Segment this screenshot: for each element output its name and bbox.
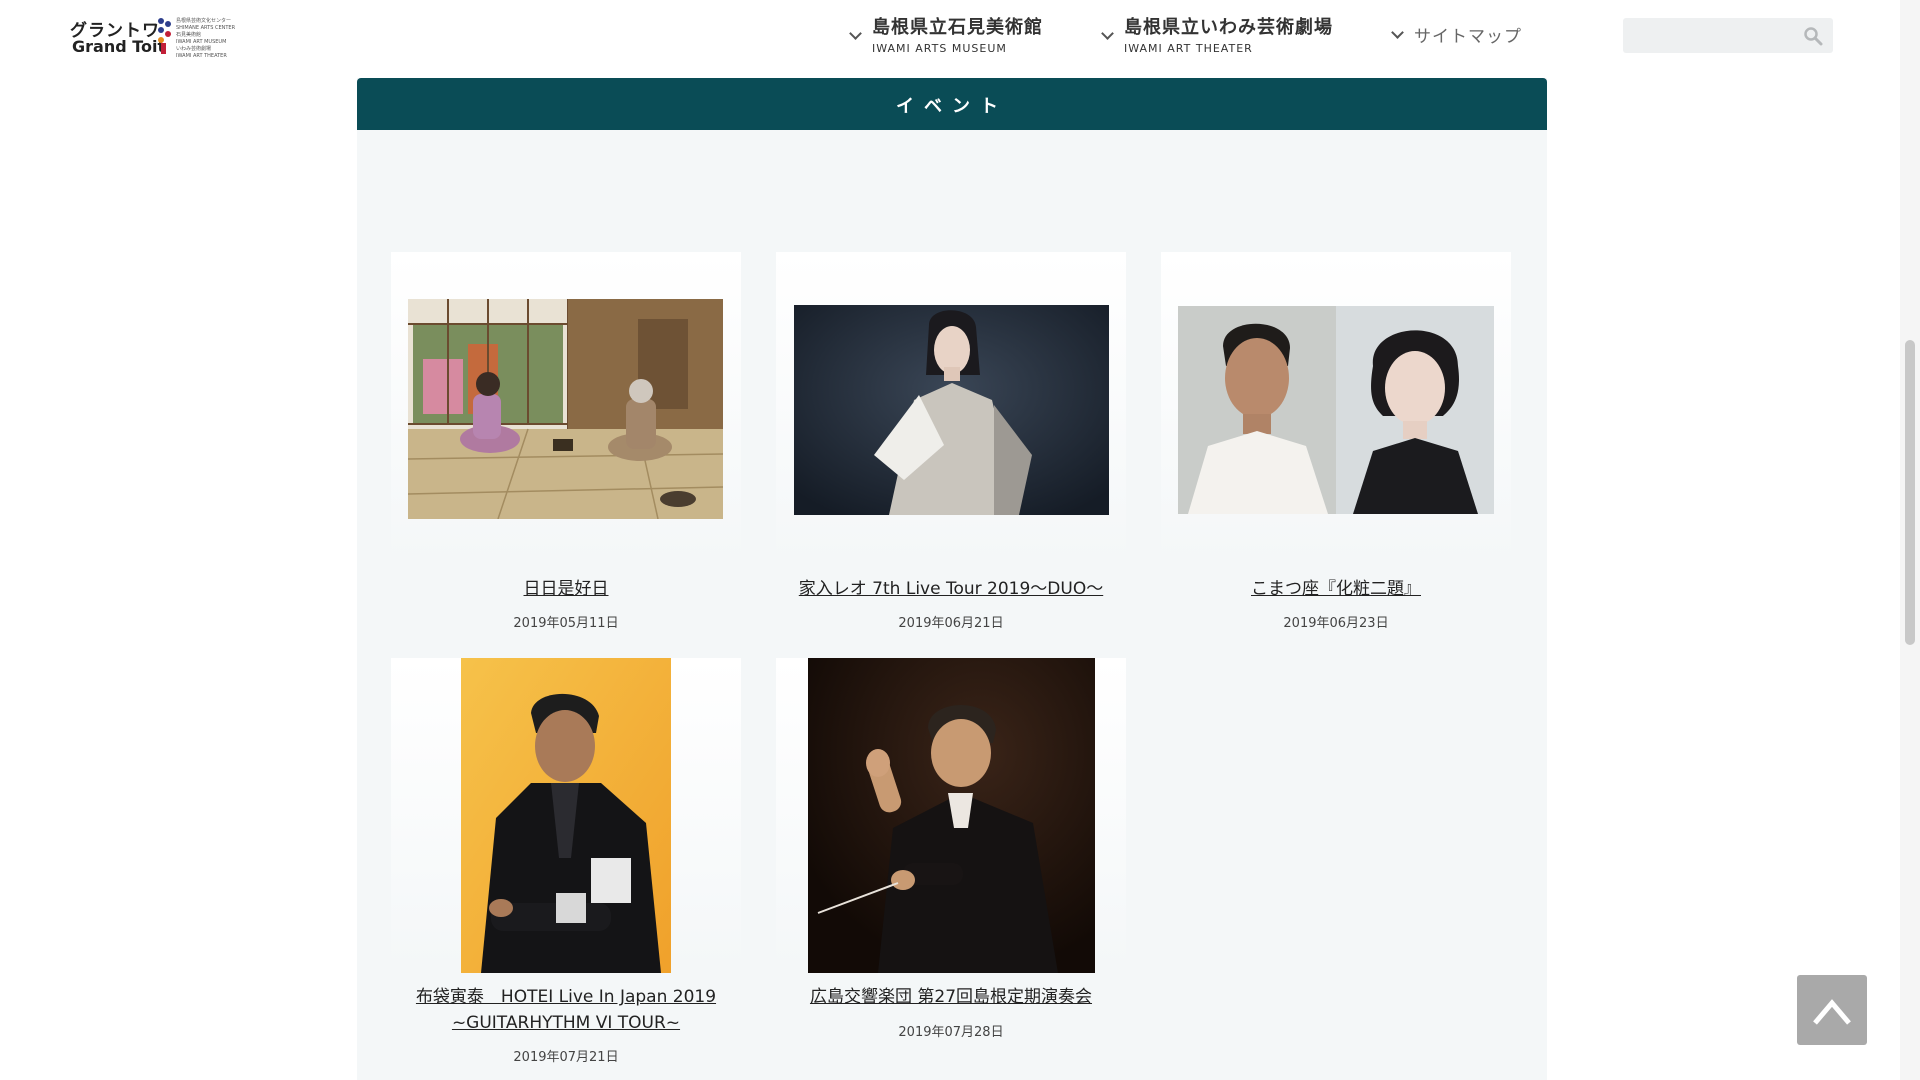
logo-text-en: Grand Toit [72,37,166,56]
event-date: 2019年07月28日 [898,1025,1004,1040]
back-to-top-button[interactable] [1797,975,1867,1045]
event-date: 2019年06月21日 [898,616,1004,631]
scrollbar-thumb[interactable] [1905,340,1915,645]
event-image-guitarist[interactable] [461,658,671,973]
event-image-conductor[interactable] [808,658,1095,973]
event-title-link[interactable]: こまつ座『化粧二題』 [1161,576,1511,602]
nav-theater-title: 島根県立いわみ芸術劇場 [1124,17,1333,38]
chevron-down-icon [850,29,860,39]
event-image-actors[interactable] [1178,306,1494,514]
event-title-link[interactable]: 日日是好日 [391,576,741,602]
event-title-link[interactable]: 布袋寅泰 HOTEI Live In Japan 2019 ~GUITARHYT… [391,984,741,1036]
event-image-tea-room[interactable] [408,299,723,519]
chevron-down-icon [1392,28,1402,38]
site-logo[interactable]: グラントワ Grand Toit 島根県芸術文化センター SHIMANE ART… [70,16,240,59]
events-panel: イベント 日日是好日 2019年05月11日 家入レオ 7th Live Tou… [357,78,1547,1080]
search-input[interactable] [1631,24,1791,46]
section-header: イベント [357,78,1547,130]
page-scrollbar[interactable] [1900,0,1920,1080]
event-date: 2019年05月11日 [513,616,619,631]
event-date: 2019年06月23日 [1283,616,1389,631]
event-image-singer[interactable] [794,305,1109,515]
chevron-up-icon [1813,999,1851,1025]
nav-museum-title: 島根県立石見美術館 [872,17,1043,38]
nav-museum-subtitle: IWAMI ARTS MUSEUM [872,42,1007,55]
chevron-down-icon [1102,29,1112,39]
logo-subtext: 島根県芸術文化センター SHIMANE ARTS CENTER 石見美術館 IW… [176,18,236,59]
section-title: イベント [896,96,1008,117]
search-icon[interactable] [1803,26,1823,46]
event-date: 2019年07月21日 [513,1050,619,1065]
logo-mark-icon [158,18,172,56]
nav-theater-subtitle: IWAMI ART THEATER [1124,42,1253,55]
event-title-link[interactable]: 家入レオ 7th Live Tour 2019〜DUO〜 [776,576,1126,602]
nav-sitemap-label: サイトマップ [1414,27,1522,47]
event-title-link[interactable]: 広島交響楽団 第27回島根定期演奏会 [776,984,1126,1010]
search-box[interactable] [1623,18,1833,53]
